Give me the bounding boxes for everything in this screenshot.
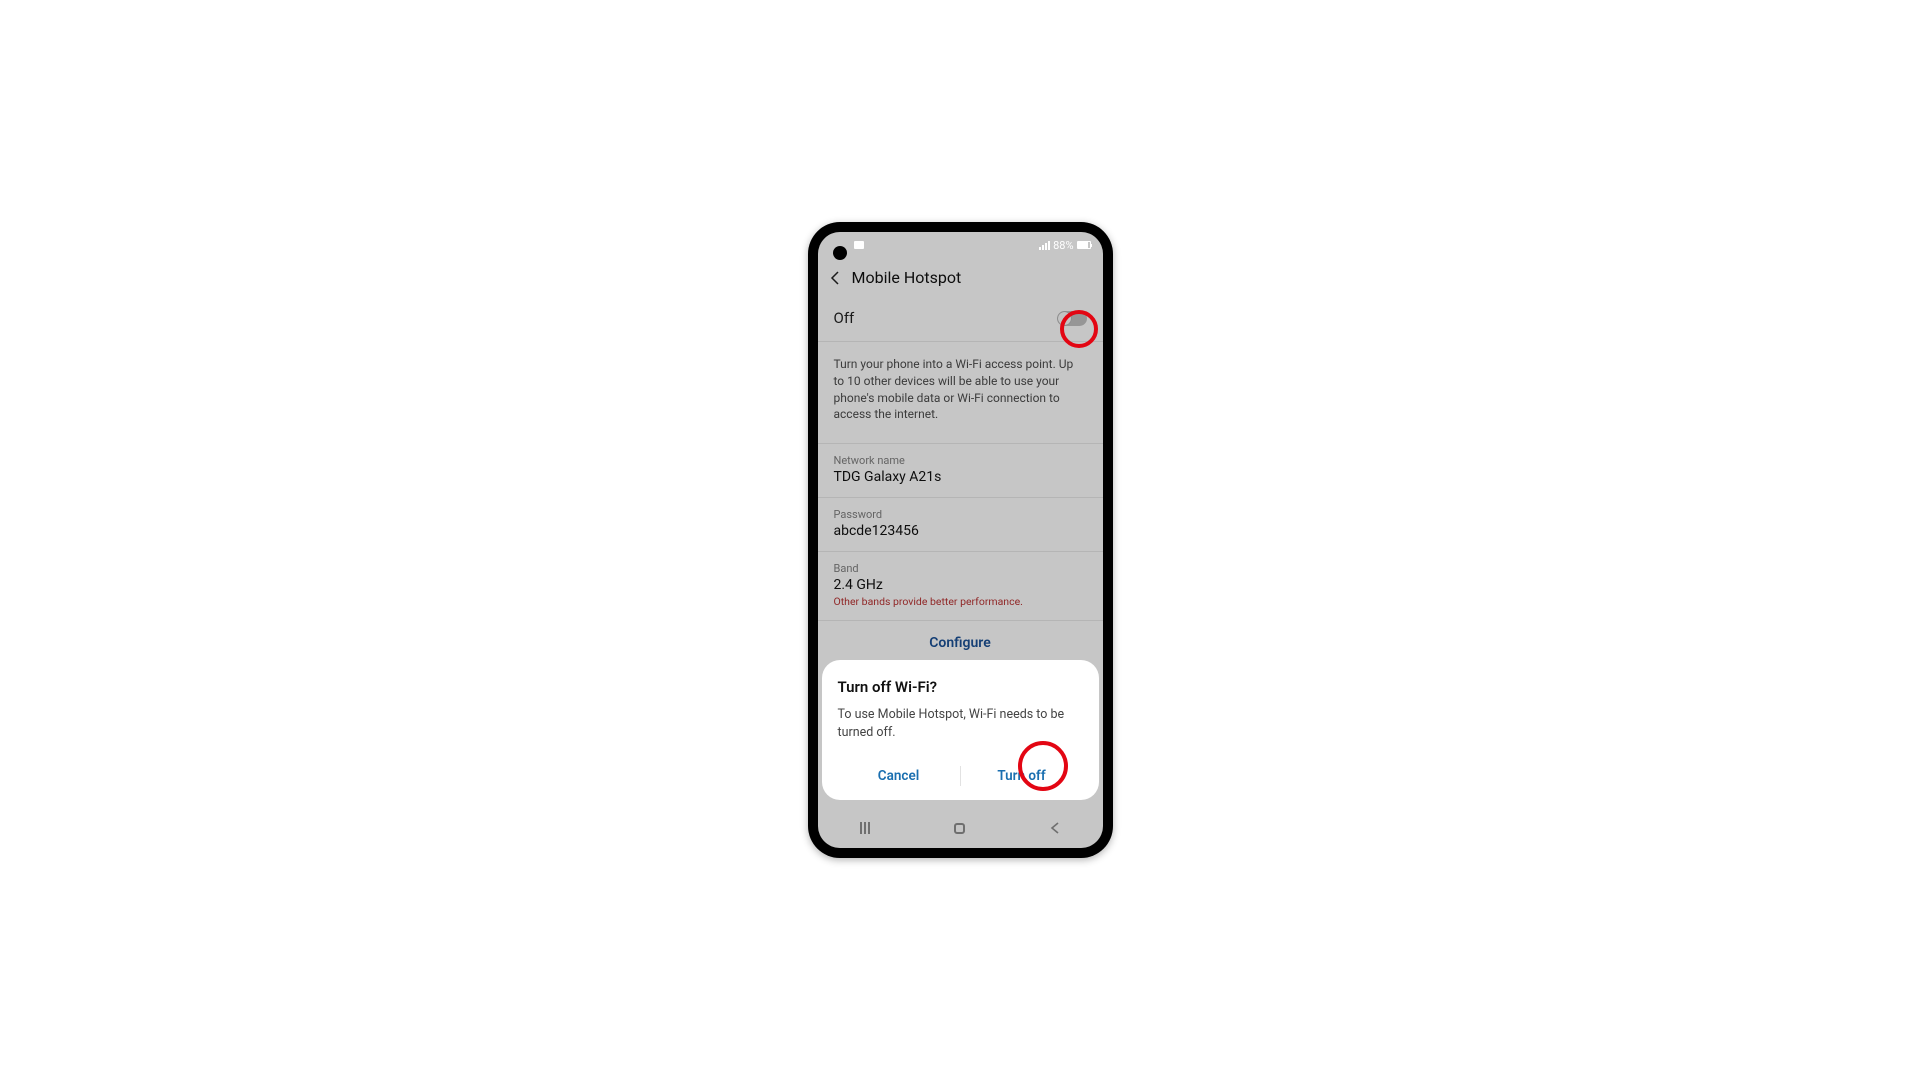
network-name-value: TDG Galaxy A21s: [834, 469, 1087, 485]
page-header: Mobile Hotspot: [818, 258, 1103, 297]
toggle-switch[interactable]: [1057, 311, 1087, 326]
turn-off-button[interactable]: Turn off: [961, 760, 1083, 792]
hotspot-toggle-row[interactable]: Off: [818, 297, 1103, 342]
band-row[interactable]: Band 2.4 GHz Other bands provide better …: [818, 552, 1103, 621]
password-row[interactable]: Password abcde123456: [818, 498, 1103, 552]
nav-recents-icon[interactable]: [860, 822, 870, 834]
phone-frame: 88% Mobile Hotspot Off Turn your phone i…: [808, 222, 1113, 858]
phone-screen: 88% Mobile Hotspot Off Turn your phone i…: [818, 232, 1103, 848]
dialog-title: Turn off Wi-Fi?: [838, 678, 1083, 696]
back-icon[interactable]: [830, 271, 840, 285]
dialog-body: To use Mobile Hotspot, Wi-Fi needs to be…: [838, 706, 1083, 742]
configure-button[interactable]: Configure: [818, 621, 1103, 665]
nav-bar: [818, 808, 1103, 848]
signal-icon: [1039, 241, 1050, 250]
cancel-button[interactable]: Cancel: [838, 760, 960, 792]
band-label: Band: [834, 562, 1087, 575]
nav-home-icon[interactable]: [954, 823, 965, 834]
dialog-buttons: Cancel Turn off: [838, 760, 1083, 792]
camera-punch-hole: [833, 246, 847, 260]
password-value: abcde123456: [834, 523, 1087, 539]
page-title: Mobile Hotspot: [852, 268, 962, 287]
status-bar: 88%: [818, 232, 1103, 258]
battery-percent: 88%: [1053, 239, 1073, 252]
nav-back-icon[interactable]: [1049, 822, 1061, 834]
network-name-row[interactable]: Network name TDG Galaxy A21s: [818, 444, 1103, 498]
video-icon: [854, 241, 864, 249]
turn-off-wifi-dialog: Turn off Wi-Fi? To use Mobile Hotspot, W…: [822, 660, 1099, 800]
band-warning: Other bands provide better performance.: [834, 595, 1087, 608]
band-value: 2.4 GHz: [834, 577, 1087, 593]
hotspot-description: Turn your phone into a Wi-Fi access poin…: [818, 342, 1103, 444]
toggle-state-label: Off: [834, 309, 855, 327]
battery-icon: [1077, 241, 1091, 249]
network-name-label: Network name: [834, 454, 1087, 467]
password-label: Password: [834, 508, 1087, 521]
